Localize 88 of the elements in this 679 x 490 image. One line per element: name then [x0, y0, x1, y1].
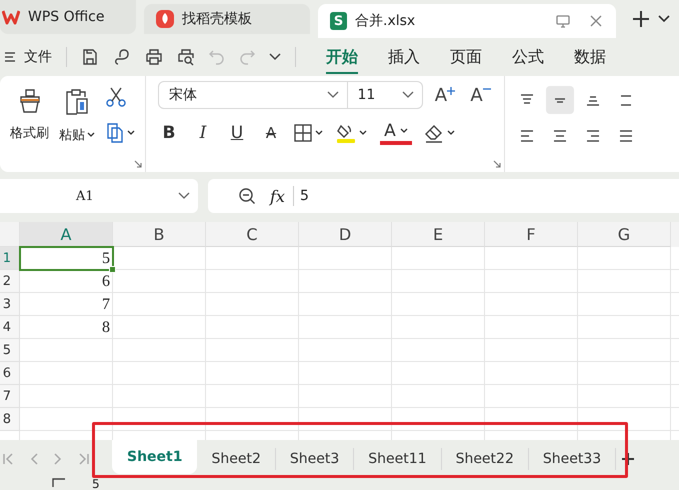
menu-icon: [4, 51, 16, 63]
formula-field[interactable]: fx 5: [208, 179, 679, 213]
document-tab[interactable]: WPS Office: [0, 0, 136, 34]
sheet-tab[interactable]: Sheet11: [354, 448, 442, 470]
caret-icon: [400, 128, 408, 134]
column-header[interactable]: F: [485, 222, 578, 247]
lines-icon: [552, 128, 568, 144]
chevron-down-icon[interactable]: [269, 53, 281, 61]
font-dropdown[interactable]: 宋体: [158, 81, 348, 109]
ribbon-tab[interactable]: 开始: [326, 40, 358, 74]
row-header[interactable]: 5: [0, 339, 20, 362]
new-tab-icon[interactable]: [632, 10, 650, 28]
shrink-font-button[interactable]: A: [470, 84, 494, 106]
chevron-down-icon: [326, 91, 339, 99]
ribbon-tab[interactable]: 数据: [574, 40, 606, 74]
sheet-view-icon[interactable]: [52, 478, 66, 488]
row-header[interactable]: 4: [0, 316, 20, 339]
align-middle-button[interactable]: [546, 86, 574, 114]
grow-font-button[interactable]: A: [434, 84, 458, 106]
dialog-launcher-icon[interactable]: [493, 160, 501, 168]
eraser-icon[interactable]: [424, 123, 456, 143]
fill-color-icon[interactable]: [336, 122, 368, 144]
cell-value: 7: [102, 296, 110, 314]
format-painter-button[interactable]: 格式刷: [10, 84, 49, 142]
font-size-dropdown[interactable]: 11: [348, 81, 423, 109]
chevron-down-icon: [178, 192, 190, 200]
file-menu[interactable]: 文件: [4, 48, 52, 66]
borders-icon[interactable]: [294, 124, 324, 142]
row-header[interactable]: 7: [0, 385, 20, 408]
font-color-button[interactable]: A: [380, 121, 412, 145]
lines-icon: [519, 128, 535, 144]
leaf-logo-icon: [156, 10, 174, 28]
zoom-out-icon[interactable]: [238, 187, 256, 205]
close-icon[interactable]: [590, 15, 602, 27]
cell-value: 5: [102, 250, 110, 268]
column-header[interactable]: B: [113, 222, 206, 247]
dialog-launcher-icon[interactable]: [134, 160, 142, 168]
tab-label: 找稻壳模板: [182, 10, 253, 28]
formula-value: 5: [300, 188, 309, 204]
sheet-tab[interactable]: Sheet22: [442, 448, 529, 470]
lines-icon: [618, 128, 634, 144]
ribbon-tab[interactable]: 页面: [450, 40, 482, 74]
cell-value: 6: [102, 272, 110, 290]
status-value: 5: [92, 478, 100, 490]
plus-icon: [447, 86, 456, 94]
chevron-down-icon: [402, 91, 414, 99]
paste-button[interactable]: 粘贴: [59, 84, 95, 144]
tab-label: 合并.xlsx: [355, 12, 416, 30]
lines-icon: [585, 128, 601, 144]
row-header[interactable]: 8: [0, 408, 20, 431]
sheet-tab[interactable]: Sheet1: [112, 440, 198, 474]
wps-logo-icon: [2, 9, 20, 25]
save-icon[interactable]: [81, 48, 99, 66]
column-header[interactable]: G: [578, 222, 671, 247]
document-tab[interactable]: 找稻壳模板: [144, 4, 310, 34]
ribbon-tab[interactable]: 公式: [512, 40, 544, 74]
column-header[interactable]: A: [20, 222, 113, 247]
copy-icon[interactable]: [105, 122, 135, 144]
cell-value: 8: [102, 318, 110, 336]
name-box[interactable]: A1: [0, 179, 198, 213]
spreadsheet-logo-icon: S: [330, 12, 347, 30]
column-header[interactable]: E: [392, 222, 485, 247]
row-header[interactable]: 1: [0, 247, 20, 270]
sheet-tab[interactable]: Sheet2: [197, 448, 276, 470]
print-preview-icon[interactable]: [177, 48, 195, 66]
strike-button[interactable]: A: [260, 124, 282, 142]
column-header[interactable]: C: [206, 222, 299, 247]
underline-button[interactable]: U: [226, 123, 248, 143]
function-button[interactable]: fx: [270, 186, 285, 206]
link-icon[interactable]: [113, 48, 131, 66]
ribbon-tab[interactable]: 插入: [388, 40, 420, 74]
scissors-icon[interactable]: [105, 86, 127, 108]
document-tab[interactable]: S 合并.xlsx: [318, 4, 616, 38]
bold-button[interactable]: B: [158, 123, 180, 143]
tab-label: WPS Office: [28, 9, 106, 25]
row-header[interactable]: 2: [0, 270, 20, 293]
italic-button[interactable]: I: [192, 123, 214, 143]
sheet-tab[interactable]: Sheet3: [276, 448, 354, 470]
row-header[interactable]: 3: [0, 293, 20, 316]
print-icon[interactable]: [145, 48, 163, 66]
column-header[interactable]: D: [299, 222, 392, 247]
caret-icon: [87, 132, 95, 138]
monitor-icon[interactable]: [556, 14, 570, 28]
chevron-down-icon[interactable]: [658, 15, 670, 23]
add-sheet-icon[interactable]: [622, 453, 634, 465]
sheet-tab[interactable]: Sheet33: [528, 448, 616, 470]
clipboard-icon: [64, 88, 90, 116]
row-header[interactable]: 6: [0, 362, 20, 385]
